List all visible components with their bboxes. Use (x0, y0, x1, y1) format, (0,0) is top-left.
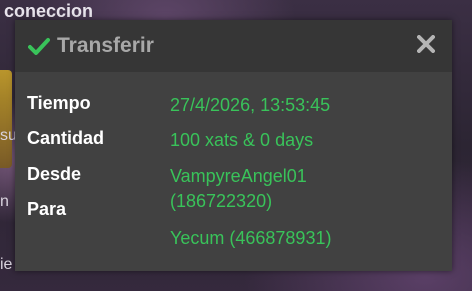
value-tiempo: 27/4/2026, 13:53:45 (170, 95, 331, 115)
close-button[interactable] (414, 34, 438, 58)
background-left-fragment-2: n (0, 193, 9, 210)
background-decoration (0, 70, 12, 168)
value-para: (186722320) (170, 191, 273, 211)
dialog-title: Transferir (57, 34, 154, 57)
transfer-dialog: Transferir Tiempo 27/4/2026, 13:53:45 Ca… (15, 20, 452, 271)
label-cantidad: Cantidad (27, 128, 105, 148)
label-para: Para (27, 199, 67, 219)
background-left-fragment-3: ie (0, 256, 13, 273)
value-desde: VampyreAngel01 (170, 166, 307, 186)
value-recipient: Yecum (466878931) (170, 228, 332, 248)
label-desde: Desde (27, 164, 82, 184)
check-icon (27, 34, 51, 58)
label-tiempo: Tiempo (27, 93, 91, 113)
dialog-header: Transferir (15, 20, 452, 72)
value-cantidad: 100 xats & 0 days (170, 130, 314, 150)
background-top-text: coneccion (4, 1, 94, 21)
close-icon (417, 34, 435, 58)
